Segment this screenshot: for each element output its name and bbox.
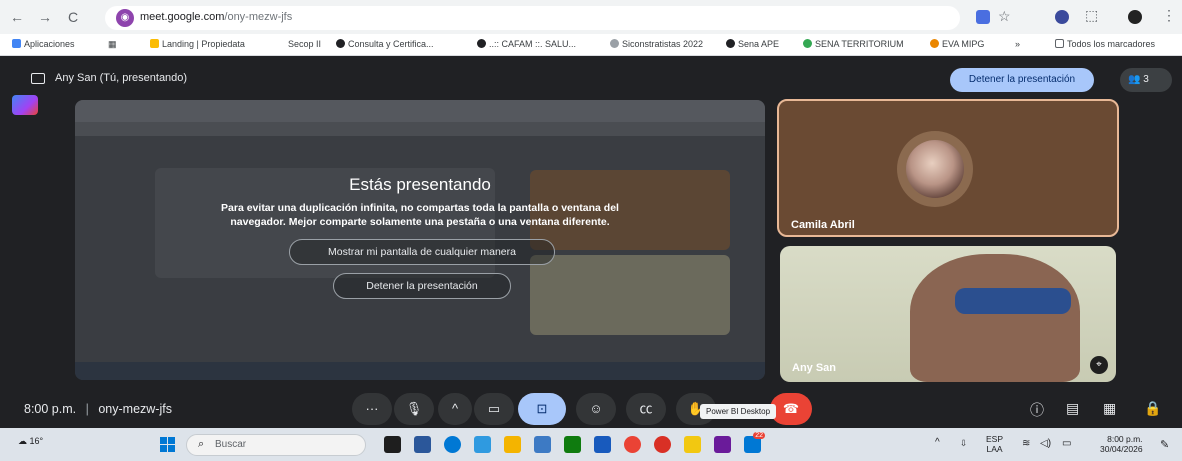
reload-button[interactable]: C — [68, 9, 78, 25]
show-screen-anyway-button[interactable]: Mostrar mi pantalla de cualquier manera — [289, 239, 555, 265]
meeting-info: 8:00 p.m. | ony-mezw-jfs — [24, 402, 172, 416]
notifications-icon[interactable]: ✎ — [1160, 438, 1169, 451]
edge-icon[interactable] — [444, 436, 461, 453]
participant-name: Any San — [792, 362, 837, 374]
bookmark-item[interactable]: Siconstratistas 2022 — [610, 39, 703, 49]
hangup-icon: ☎ — [782, 401, 800, 416]
word-icon[interactable] — [594, 436, 611, 453]
bookmarks-overflow[interactable]: » — [1015, 39, 1020, 49]
meeting-code: ony-mezw-jfs — [98, 402, 172, 416]
bookmark-item[interactable]: Consulta y Certifica... — [336, 39, 434, 49]
battery-icon[interactable]: ▭ — [1062, 438, 1071, 449]
preview-tabbar — [75, 100, 765, 122]
taskbar-tooltip: Power BI Desktop — [700, 404, 777, 419]
url-text[interactable]: meet.google.com/ony-mezw-jfs — [140, 11, 292, 23]
notification-badge: 22 — [753, 432, 765, 439]
more-options-button[interactable]: ··· — [352, 393, 392, 425]
bookmark-item[interactable]: EVA MIPG — [930, 39, 984, 49]
bookmark-grid-icon[interactable]: ▦ — [108, 39, 117, 50]
tray-overflow-icon[interactable]: ^ — [935, 437, 940, 448]
presenting-warning: Para evitar una duplicación infinita, no… — [221, 202, 619, 228]
host-controls-icon[interactable]: 🔒 — [1144, 400, 1161, 417]
avatar — [906, 140, 964, 198]
bookmark-item[interactable]: Sena APE — [726, 39, 779, 49]
bookmark-item[interactable]: ..:: CAFAM ::. SALU... — [477, 39, 576, 49]
chat-icon[interactable]: ▤ — [1066, 400, 1079, 417]
extension-icon-2[interactable] — [1055, 10, 1069, 24]
video-options-caret[interactable]: ^ — [438, 393, 472, 425]
system-clock[interactable]: 8:00 p.m. 30/04/2026 — [1100, 434, 1143, 454]
activities-icon[interactable]: ▦ — [1103, 400, 1116, 417]
power-bi-icon[interactable] — [684, 436, 701, 453]
meet-logo-icon — [12, 95, 38, 115]
taskbar-search[interactable]: Buscar — [186, 434, 366, 456]
bookmark-apps[interactable]: Aplicaciones — [12, 39, 75, 49]
extension-icon[interactable] — [976, 10, 990, 24]
chrome-icon[interactable] — [624, 436, 641, 453]
stop-presenting-dialog-button[interactable]: Detener la presentación — [333, 273, 511, 299]
back-button[interactable]: ← — [10, 9, 24, 25]
present-screen-button[interactable]: ⊡ — [518, 393, 566, 425]
all-bookmarks[interactable]: Todos los marcadores — [1055, 39, 1155, 49]
participant-video — [910, 254, 1080, 382]
volume-icon[interactable]: ◁) — [1040, 438, 1051, 449]
preview-bookmarks — [75, 122, 765, 136]
bookmark-item[interactable]: SENA TERRITORIUM — [803, 39, 904, 49]
forward-button[interactable]: → — [38, 9, 52, 25]
presenting-title: Estás presentando — [349, 175, 491, 194]
language-indicator[interactable]: ESP LAA — [986, 434, 1003, 454]
preview-taskbar — [75, 362, 765, 380]
participant-name: Camila Abril — [791, 219, 855, 231]
tray-icon[interactable]: ⇩ — [960, 438, 967, 449]
pin-icon[interactable]: ⌖ — [1090, 356, 1108, 374]
separator: | — [85, 402, 89, 416]
weather-widget[interactable]: ☁ 16° — [18, 436, 43, 447]
captions-icon[interactable]: ㏄ — [626, 393, 666, 425]
bookmark-item[interactable]: Landing | Propiedata — [150, 39, 245, 49]
bookmark-item[interactable]: Secop II — [288, 39, 321, 49]
site-info-icon[interactable]: ◉ — [116, 9, 134, 27]
weather-icon: ☁ — [18, 436, 27, 446]
preview-tile — [530, 255, 730, 335]
task-view-icon[interactable] — [384, 436, 401, 453]
app-icon[interactable] — [414, 436, 431, 453]
camera-icon[interactable]: ▭ — [474, 393, 514, 425]
info-icon[interactable]: ⓘ — [1030, 400, 1044, 420]
emoji-icon[interactable]: ☺ — [576, 393, 616, 425]
present-icon — [31, 73, 45, 84]
app-icon[interactable] — [654, 436, 671, 453]
search-icon: ⌕ — [198, 438, 205, 450]
people-button[interactable]: 👥 3 — [1120, 68, 1172, 92]
app-icon[interactable]: 22 — [744, 432, 765, 453]
bookmarks-bar: Aplicaciones ▦ Landing | Propiedata Seco… — [0, 34, 1182, 56]
mic-icon[interactable]: 🎙 — [394, 393, 434, 425]
start-button[interactable] — [160, 437, 175, 452]
presenting-label: Any San (Tú, presentando) — [55, 72, 188, 84]
app-icon[interactable] — [534, 436, 551, 453]
app-icon[interactable] — [474, 436, 491, 453]
excel-icon[interactable] — [564, 436, 581, 453]
wifi-icon[interactable]: ≋ — [1022, 438, 1030, 449]
leave-call-button[interactable]: ☎ — [770, 393, 812, 425]
profile-avatar[interactable] — [1128, 10, 1142, 24]
participant-tile[interactable]: Any San ⌖ — [780, 246, 1116, 382]
people-icon: 👥 — [1128, 74, 1141, 85]
preview-controls — [305, 340, 605, 362]
people-count: 3 — [1143, 74, 1149, 85]
app-icon[interactable] — [714, 436, 731, 453]
participant-tile[interactable]: Camila Abril — [777, 99, 1119, 237]
windows-taskbar — [0, 428, 1182, 461]
stop-presenting-button[interactable]: Detener la presentación — [950, 68, 1094, 92]
bookmark-star-icon[interactable]: ☆ — [998, 8, 1011, 25]
participant-video-detail — [955, 288, 1071, 314]
file-explorer-icon[interactable] — [504, 436, 521, 453]
extensions-puzzle-icon[interactable]: ⬚ — [1085, 7, 1098, 24]
menu-kebab-icon[interactable]: ⋮ — [1162, 7, 1176, 24]
meeting-time: 8:00 p.m. — [24, 402, 77, 416]
